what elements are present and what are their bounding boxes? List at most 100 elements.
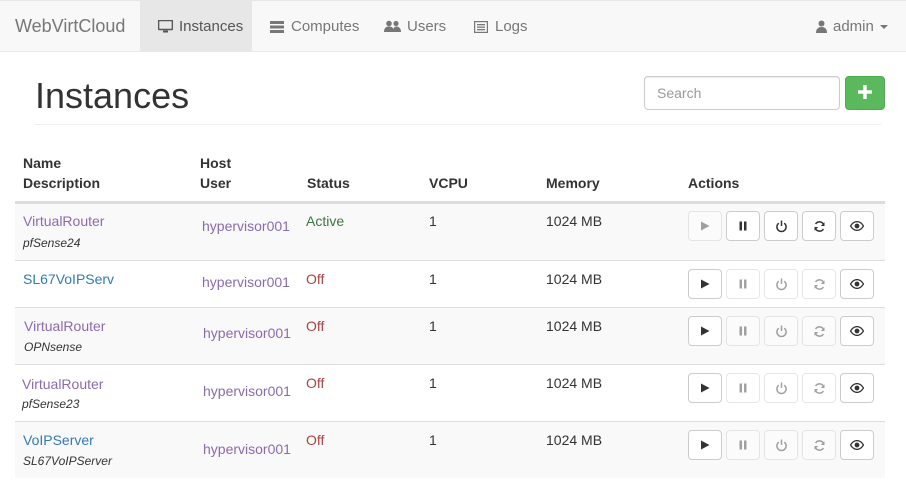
start-button[interactable] bbox=[688, 373, 722, 403]
add-instance-button[interactable] bbox=[845, 76, 885, 110]
user-menu-label: admin bbox=[833, 18, 874, 35]
header-divider bbox=[35, 124, 881, 125]
status-text: Off bbox=[306, 318, 325, 334]
refresh-icon bbox=[813, 220, 826, 233]
pause-button[interactable] bbox=[726, 373, 760, 403]
restart-button[interactable] bbox=[802, 430, 836, 460]
header-host[interactable]: Host bbox=[200, 153, 231, 173]
restart-button[interactable] bbox=[802, 316, 836, 346]
server-icon bbox=[269, 20, 285, 34]
memory-value: 1024 MB bbox=[546, 271, 603, 287]
refresh-icon bbox=[813, 439, 826, 452]
header-memory[interactable]: Memory bbox=[546, 173, 600, 193]
nav-item-label: Logs bbox=[495, 18, 528, 35]
pause-button[interactable] bbox=[726, 430, 760, 460]
vcpu-value: 1 bbox=[429, 318, 437, 334]
instance-name-link[interactable]: VoIPServer bbox=[23, 430, 94, 450]
memory-value: 1024 MB bbox=[546, 432, 603, 448]
play-icon bbox=[700, 440, 710, 450]
nav-item-label: Instances bbox=[179, 18, 244, 35]
instance-name-link[interactable]: VirtualRouter bbox=[23, 211, 104, 231]
power-button[interactable] bbox=[764, 316, 798, 346]
status-text: Off bbox=[306, 271, 325, 287]
status-text: Off bbox=[306, 432, 325, 448]
status-text: Active bbox=[306, 213, 345, 229]
user-menu[interactable]: admin bbox=[815, 1, 888, 52]
instance-description: OPNsense bbox=[24, 340, 83, 354]
navbar: WebVirtCloud Instances Computes Users Lo… bbox=[0, 0, 906, 52]
refresh-icon bbox=[813, 382, 826, 395]
power-icon bbox=[775, 325, 788, 338]
search-input[interactable] bbox=[644, 76, 840, 110]
power-icon bbox=[775, 382, 788, 395]
start-button[interactable] bbox=[688, 269, 722, 299]
user-icon bbox=[815, 20, 827, 34]
pause-icon bbox=[739, 221, 747, 231]
refresh-icon bbox=[813, 325, 826, 338]
play-icon bbox=[700, 279, 710, 289]
nav-item-computes[interactable]: Computes bbox=[269, 1, 359, 52]
header-status[interactable]: Status bbox=[307, 173, 350, 193]
view-button[interactable] bbox=[840, 211, 874, 241]
power-button[interactable] bbox=[764, 430, 798, 460]
nav-item-instances[interactable]: Instances bbox=[140, 1, 252, 52]
table-row: SL67VoIPServ hypervisor001 Off 1 1024 MB bbox=[15, 260, 885, 307]
instance-name-link[interactable]: VirtualRouter bbox=[22, 374, 103, 394]
pause-button[interactable] bbox=[726, 211, 760, 241]
host-link[interactable]: hypervisor001 bbox=[203, 439, 291, 459]
eye-icon bbox=[850, 440, 864, 450]
power-button[interactable] bbox=[764, 373, 798, 403]
restart-button[interactable] bbox=[802, 373, 836, 403]
table-row: VirtualRouter pfSense23 hypervisor001 Of… bbox=[15, 364, 885, 421]
vcpu-value: 1 bbox=[429, 432, 437, 448]
play-icon bbox=[700, 326, 710, 336]
header-vcpu[interactable]: VCPU bbox=[429, 173, 468, 193]
instance-description: pfSense24 bbox=[23, 236, 81, 250]
view-button[interactable] bbox=[840, 316, 874, 346]
header-actions: Actions bbox=[688, 175, 740, 191]
nav-item-users[interactable]: Users bbox=[384, 1, 446, 52]
restart-button[interactable] bbox=[802, 269, 836, 299]
power-button[interactable] bbox=[764, 269, 798, 299]
nav-item-logs[interactable]: Logs bbox=[473, 1, 528, 52]
start-button[interactable] bbox=[688, 430, 722, 460]
instance-name-link[interactable]: SL67VoIPServ bbox=[23, 269, 114, 289]
list-icon bbox=[473, 20, 489, 34]
eye-icon bbox=[850, 221, 864, 231]
pause-button[interactable] bbox=[726, 316, 760, 346]
start-button[interactable] bbox=[688, 211, 722, 241]
host-link[interactable]: hypervisor001 bbox=[202, 272, 290, 292]
memory-value: 1024 MB bbox=[546, 375, 603, 391]
header-user[interactable]: User bbox=[200, 173, 231, 193]
view-button[interactable] bbox=[840, 269, 874, 299]
status-text: Off bbox=[306, 375, 325, 391]
header-description[interactable]: Description bbox=[23, 173, 100, 193]
power-icon bbox=[775, 439, 788, 452]
nav-item-label: Users bbox=[407, 18, 447, 35]
view-button[interactable] bbox=[840, 430, 874, 460]
vcpu-value: 1 bbox=[429, 271, 437, 287]
brand-logo[interactable]: WebVirtCloud bbox=[15, 1, 125, 52]
start-button[interactable] bbox=[688, 316, 722, 346]
power-button[interactable] bbox=[764, 211, 798, 241]
instance-description: SL67VoIPServer bbox=[23, 454, 112, 468]
host-link[interactable]: hypervisor001 bbox=[203, 323, 291, 343]
host-link[interactable]: hypervisor001 bbox=[203, 381, 291, 401]
pause-icon bbox=[739, 326, 747, 336]
pause-icon bbox=[739, 440, 747, 450]
power-icon bbox=[775, 220, 788, 233]
memory-value: 1024 MB bbox=[546, 318, 603, 334]
host-link[interactable]: hypervisor001 bbox=[202, 216, 290, 236]
restart-button[interactable] bbox=[802, 211, 836, 241]
users-icon bbox=[384, 20, 401, 34]
pause-icon bbox=[739, 383, 747, 393]
pause-button[interactable] bbox=[726, 269, 760, 299]
eye-icon bbox=[850, 326, 864, 336]
eye-icon bbox=[850, 383, 864, 393]
plus-icon bbox=[858, 84, 872, 102]
refresh-icon bbox=[813, 278, 826, 291]
view-button[interactable] bbox=[840, 373, 874, 403]
vcpu-value: 1 bbox=[429, 213, 437, 229]
instance-name-link[interactable]: VirtualRouter bbox=[24, 316, 105, 336]
header-name[interactable]: Name bbox=[23, 153, 61, 173]
